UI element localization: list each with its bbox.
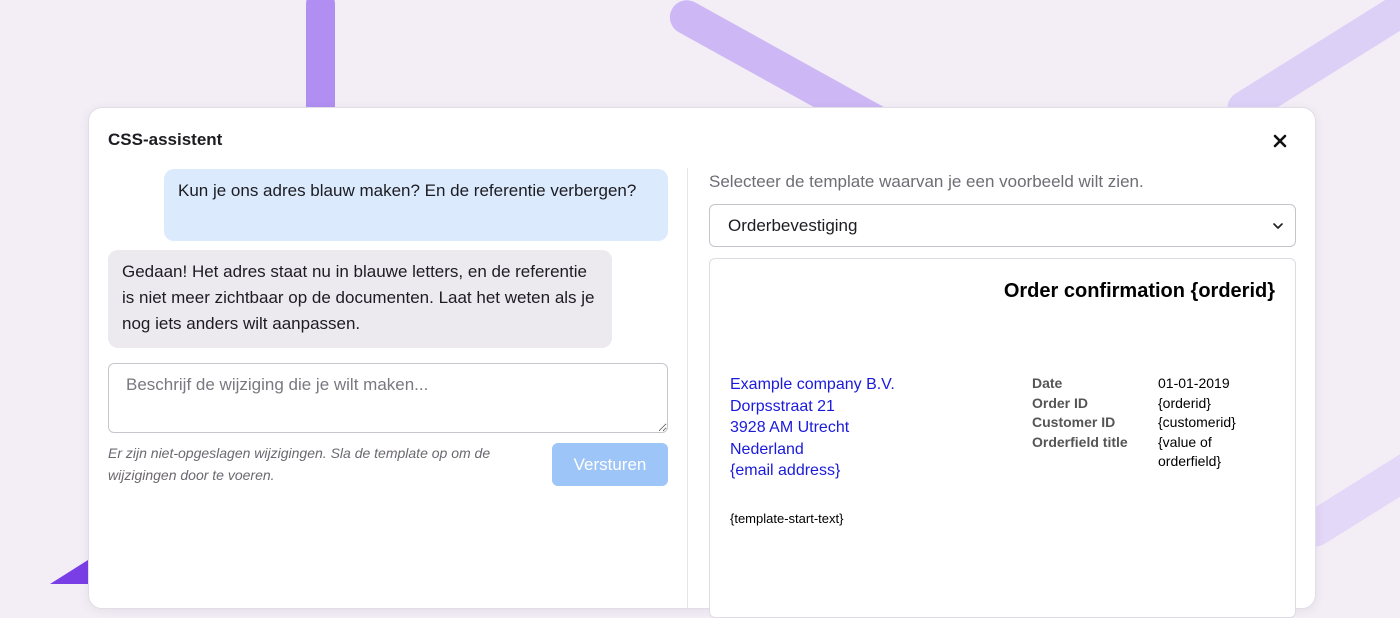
close-icon xyxy=(1273,134,1287,148)
meta-row: Customer ID {customerid} xyxy=(1032,413,1248,433)
address-line: {email address} xyxy=(730,462,841,479)
address-line: 3928 AM Utrecht xyxy=(730,419,850,436)
panel-divider xyxy=(687,168,688,608)
change-description-input[interactable] xyxy=(108,363,668,433)
user-message: Kun je ons adres blauw maken? En de refe… xyxy=(164,169,668,241)
modal-title: CSS-assistent xyxy=(108,130,223,149)
order-meta-table: Date 01-01-2019 Order ID {orderid} Custo… xyxy=(1032,374,1248,472)
assistant-message: Gedaan! Het adres staat nu in blauwe let… xyxy=(108,250,612,348)
meta-value: {value of orderfield} xyxy=(1158,433,1222,470)
close-button[interactable] xyxy=(1269,130,1291,152)
send-button[interactable]: Versturen xyxy=(552,443,668,486)
template-select-label: Selecteer de template waarvan je een voo… xyxy=(709,172,1144,191)
meta-row: Orderfield title {value of orderfield} xyxy=(1032,433,1248,472)
address-line: Dorpsstraat 21 xyxy=(730,397,835,415)
meta-row: Order ID {orderid} xyxy=(1032,394,1248,414)
template-start-text: {template-start-text} xyxy=(730,511,844,526)
meta-label: Date xyxy=(1032,375,1063,391)
css-assistant-modal: CSS-assistent Kun je ons adres blauw mak… xyxy=(88,107,1316,618)
template-preview: Order confirmation {orderid} Example com… xyxy=(709,258,1296,618)
company-address: Example company B.V. Dorpsstraat 21 3928… xyxy=(730,374,895,482)
document-title: Order confirmation {orderid} xyxy=(1003,280,1275,302)
meta-value: 01-01-2019 xyxy=(1158,375,1230,391)
meta-value: {orderid} xyxy=(1158,394,1211,411)
unsaved-changes-note: Er zijn niet-opgeslagen wijzigingen. Sla… xyxy=(108,445,491,483)
template-select[interactable]: Orderbevestiging xyxy=(709,204,1296,247)
meta-label: Order ID xyxy=(1032,394,1089,411)
meta-value: {customerid} xyxy=(1158,414,1236,430)
meta-row: Date 01-01-2019 xyxy=(1032,374,1248,394)
meta-label: Customer ID xyxy=(1032,414,1116,430)
background-decoration xyxy=(50,560,88,584)
address-line: Example company B.V. xyxy=(730,376,895,393)
address-line: Nederland xyxy=(730,440,804,458)
background-decoration xyxy=(306,0,335,120)
meta-label: Orderfield title xyxy=(1032,433,1128,450)
chevron-down-icon xyxy=(1273,223,1283,229)
template-select-value: Orderbevestiging xyxy=(728,216,858,235)
